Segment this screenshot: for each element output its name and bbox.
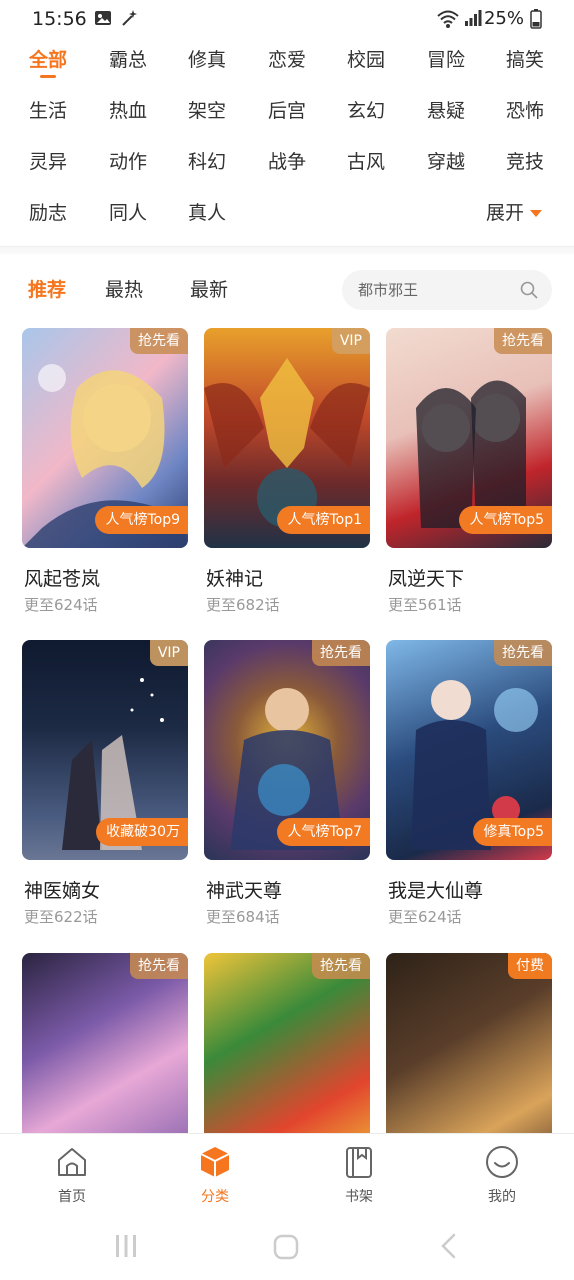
category-item[interactable]: 科幻 [167, 142, 247, 182]
comic-episodes: 更至682话 [206, 596, 280, 614]
category-all[interactable]: 全部 [8, 40, 88, 80]
house-icon [54, 1144, 90, 1180]
badge-vip: VIP [331, 328, 370, 354]
status-bar: 15:56 25% [0, 0, 574, 40]
comic-episodes: 更至684话 [206, 908, 280, 926]
badge-vip: VIP [149, 640, 188, 666]
badge-early-access: 抢先看 [494, 328, 552, 354]
battery-icon [530, 9, 542, 33]
comic-episodes: 更至561话 [388, 596, 462, 614]
nav-category-label: 分类 [201, 1189, 229, 1205]
tab-newest[interactable]: 最新 [190, 270, 228, 310]
back-icon[interactable] [438, 1232, 458, 1264]
category-item[interactable]: 校园 [326, 40, 406, 80]
search-placeholder: 都市邪王 [358, 281, 419, 299]
search-input[interactable]: 都市邪王 [342, 270, 552, 310]
badge-early-access: 抢先看 [312, 953, 370, 979]
nav-bookshelf-label: 书架 [345, 1189, 373, 1205]
category-item[interactable]: 灵异 [8, 142, 88, 182]
category-cube-icon [197, 1144, 233, 1180]
signal-icon [464, 9, 482, 31]
badge-early-access: 抢先看 [494, 640, 552, 666]
comic-cover[interactable]: VIP 人气榜Top1 [204, 328, 370, 548]
smiley-profile-icon [484, 1144, 520, 1180]
category-item[interactable]: 动作 [88, 142, 168, 182]
rank-badge: 人气榜Top5 [459, 506, 552, 534]
comic-cover[interactable]: 抢先看 人气榜Top5 [386, 328, 552, 548]
category-item[interactable]: 后宫 [247, 91, 327, 131]
tab-recommended[interactable]: 推荐 [28, 270, 66, 310]
nav-home[interactable]: 首页 [27, 1144, 117, 1206]
category-item[interactable]: 霸总 [88, 40, 168, 80]
rank-badge: 人气榜Top7 [277, 818, 370, 846]
bottom-navigation: 首页 分类 书架 我的 [0, 1133, 574, 1213]
rank-badge: 人气榜Top1 [277, 506, 370, 534]
category-item[interactable]: 搞笑 [485, 40, 565, 80]
rank-badge: 收藏破30万 [96, 818, 188, 846]
category-item[interactable]: 玄幻 [326, 91, 406, 131]
battery-percent: 25% [483, 8, 524, 29]
tab-hottest[interactable]: 最热 [105, 270, 143, 310]
category-item[interactable]: 修真 [167, 40, 247, 80]
category-item[interactable]: 热血 [88, 91, 168, 131]
comic-cover[interactable]: VIP 收藏破30万 [22, 640, 188, 860]
category-item[interactable]: 真人 [167, 193, 247, 233]
rank-badge: 人气榜Top9 [95, 506, 188, 534]
badge-early-access: 抢先看 [130, 953, 188, 979]
rank-badge: 修真Top5 [473, 818, 552, 846]
gallery-notification-icon [94, 9, 112, 31]
nav-profile-label: 我的 [488, 1189, 516, 1205]
caret-down-icon [530, 210, 543, 217]
nav-category[interactable]: 分类 [170, 1144, 260, 1206]
category-item[interactable]: 竞技 [485, 142, 565, 182]
category-item[interactable]: 穿越 [406, 142, 486, 182]
comic-title[interactable]: 妖神记 [206, 564, 263, 591]
badge-paid: 付费 [508, 953, 552, 979]
system-navigation-bar [0, 1213, 574, 1280]
recent-apps-icon[interactable] [113, 1233, 139, 1263]
home-button-icon[interactable] [272, 1233, 300, 1265]
category-item[interactable]: 古风 [326, 142, 406, 182]
badge-early-access: 抢先看 [130, 328, 188, 354]
section-divider [0, 246, 574, 254]
comic-title[interactable]: 神武天尊 [206, 876, 282, 903]
search-icon[interactable] [520, 281, 538, 303]
category-grid: 全部 霸总 修真 恋爱 校园 冒险 搞笑 生活 热血 架空 后宫 玄幻 悬疑 恐… [0, 40, 574, 240]
bookshelf-icon [341, 1144, 377, 1180]
category-item[interactable]: 冒险 [406, 40, 486, 80]
comic-title[interactable]: 神医嫡女 [24, 876, 100, 903]
category-item[interactable]: 恐怖 [485, 91, 565, 131]
nav-home-label: 首页 [58, 1189, 86, 1205]
category-item[interactable]: 战争 [247, 142, 327, 182]
category-item[interactable]: 励志 [8, 193, 88, 233]
expand-label: 展开 [486, 202, 525, 224]
category-item[interactable]: 架空 [167, 91, 247, 131]
comic-title[interactable]: 风起苍岚 [24, 564, 100, 591]
badge-early-access: 抢先看 [312, 640, 370, 666]
expand-categories-button[interactable]: 展开 [486, 193, 543, 233]
status-time: 15:56 [32, 8, 87, 30]
comic-cover[interactable]: 抢先看 人气榜Top9 [22, 328, 188, 548]
comic-episodes: 更至624话 [24, 596, 98, 614]
category-item[interactable]: 恋爱 [247, 40, 327, 80]
nav-bookshelf[interactable]: 书架 [314, 1144, 404, 1206]
wifi-icon [436, 9, 460, 33]
magic-wand-icon [120, 9, 138, 31]
category-item[interactable]: 同人 [88, 193, 168, 233]
category-item[interactable]: 悬疑 [406, 91, 486, 131]
comic-episodes: 更至622话 [24, 908, 98, 926]
category-item[interactable]: 生活 [8, 91, 88, 131]
comic-cover[interactable]: 抢先看 人气榜Top7 [204, 640, 370, 860]
comic-title[interactable]: 我是大仙尊 [388, 876, 483, 903]
nav-profile[interactable]: 我的 [457, 1144, 547, 1206]
comic-cover[interactable]: 抢先看 修真Top5 [386, 640, 552, 860]
comic-title[interactable]: 凤逆天下 [388, 564, 464, 591]
comic-episodes: 更至624话 [388, 908, 462, 926]
